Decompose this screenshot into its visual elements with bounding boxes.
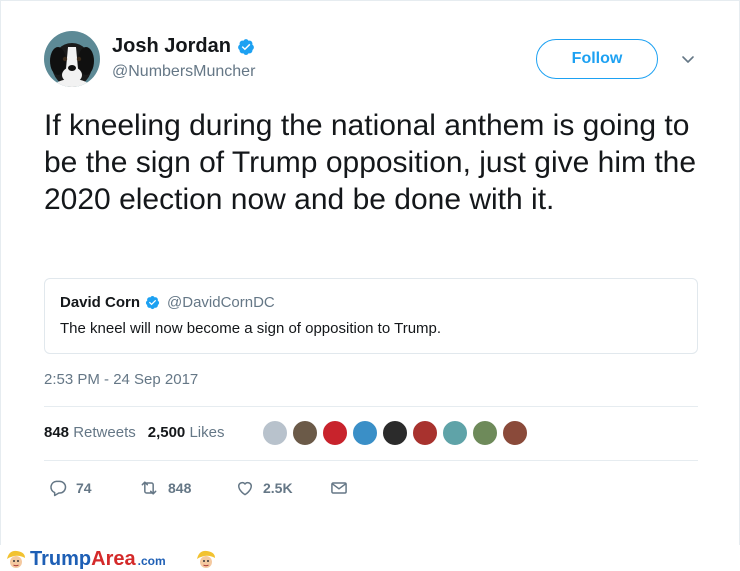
watermark-footer: Trump Area .com: [0, 545, 740, 571]
tweet-actions: 74 848 2.5K: [48, 478, 349, 498]
trumparea-logo: Trump Area .com: [30, 548, 166, 571]
like-button[interactable]: 2.5K: [235, 478, 329, 498]
heart-icon: [238, 481, 252, 496]
reply-count: 74: [76, 480, 92, 496]
retweets-count: 848: [44, 424, 70, 441]
reply-icon: [50, 480, 67, 497]
envelope-icon: [331, 482, 347, 494]
tweet-stats: 848 Retweets 2,500 Likes: [44, 424, 224, 441]
quoted-author-name: David Corn: [60, 294, 141, 311]
chevron-down-icon[interactable]: [679, 51, 697, 69]
tweet-timestamp[interactable]: 2:53 PM - 24 Sep 2017: [44, 371, 198, 388]
retweet-button[interactable]: 848: [138, 478, 235, 498]
retweet-count: 848: [168, 480, 192, 496]
verified-badge-icon: [238, 38, 254, 55]
liker-avatar[interactable]: [291, 419, 319, 447]
retweets-label: Retweets: [73, 424, 136, 441]
page: Josh Jordan @NumbersMuncher Follow If kn…: [0, 0, 740, 571]
logo-domain: .com: [137, 554, 166, 568]
mascot-icon: [197, 550, 215, 568]
tweet-text: If kneeling during the national anthem i…: [44, 109, 697, 216]
logo-area: Area: [91, 548, 136, 570]
logo-trump: Trump: [30, 548, 92, 570]
quoted-tweet[interactable]: David Corn @DavidCornDC The kneel will n…: [44, 278, 698, 354]
liker-avatar[interactable]: [441, 419, 469, 447]
quoted-author-handle: @DavidCornDC: [167, 294, 275, 311]
author-handle[interactable]: @NumbersMuncher: [112, 63, 255, 81]
likes-count: 2,500: [147, 424, 186, 441]
tweet-card: Josh Jordan @NumbersMuncher Follow If kn…: [0, 0, 740, 547]
direct-message-button[interactable]: [329, 478, 349, 498]
reply-button[interactable]: 74: [48, 478, 138, 498]
liker-avatar[interactable]: [381, 419, 409, 447]
mascot-icon: [7, 550, 25, 568]
liker-avatars: [261, 419, 531, 447]
like-count: 2.5K: [263, 480, 293, 496]
liker-avatar[interactable]: [261, 419, 289, 447]
likes-stat[interactable]: 2,500 Likes: [148, 424, 225, 441]
divider: [44, 460, 698, 461]
likes-label: Likes: [189, 424, 225, 441]
dog-avatar-icon: [44, 31, 100, 87]
liker-avatar[interactable]: [471, 419, 499, 447]
quoted-tweet-text: The kneel will now become a sign of oppo…: [60, 320, 442, 337]
retweet-icon: [141, 481, 157, 495]
quoted-tweet-header: David Corn @DavidCornDC: [60, 294, 275, 311]
retweets-stat[interactable]: 848 Retweets: [44, 424, 136, 441]
liker-avatar[interactable]: [351, 419, 379, 447]
liker-avatar[interactable]: [501, 419, 529, 447]
author-name-row[interactable]: Josh Jordan: [112, 35, 255, 58]
follow-button[interactable]: Follow: [536, 39, 658, 79]
author-avatar[interactable]: [44, 31, 100, 87]
liker-avatar[interactable]: [411, 419, 439, 447]
divider: [44, 406, 698, 407]
verified-badge-icon: [145, 295, 160, 310]
author-name[interactable]: Josh Jordan: [112, 35, 231, 58]
liker-avatar[interactable]: [321, 419, 349, 447]
